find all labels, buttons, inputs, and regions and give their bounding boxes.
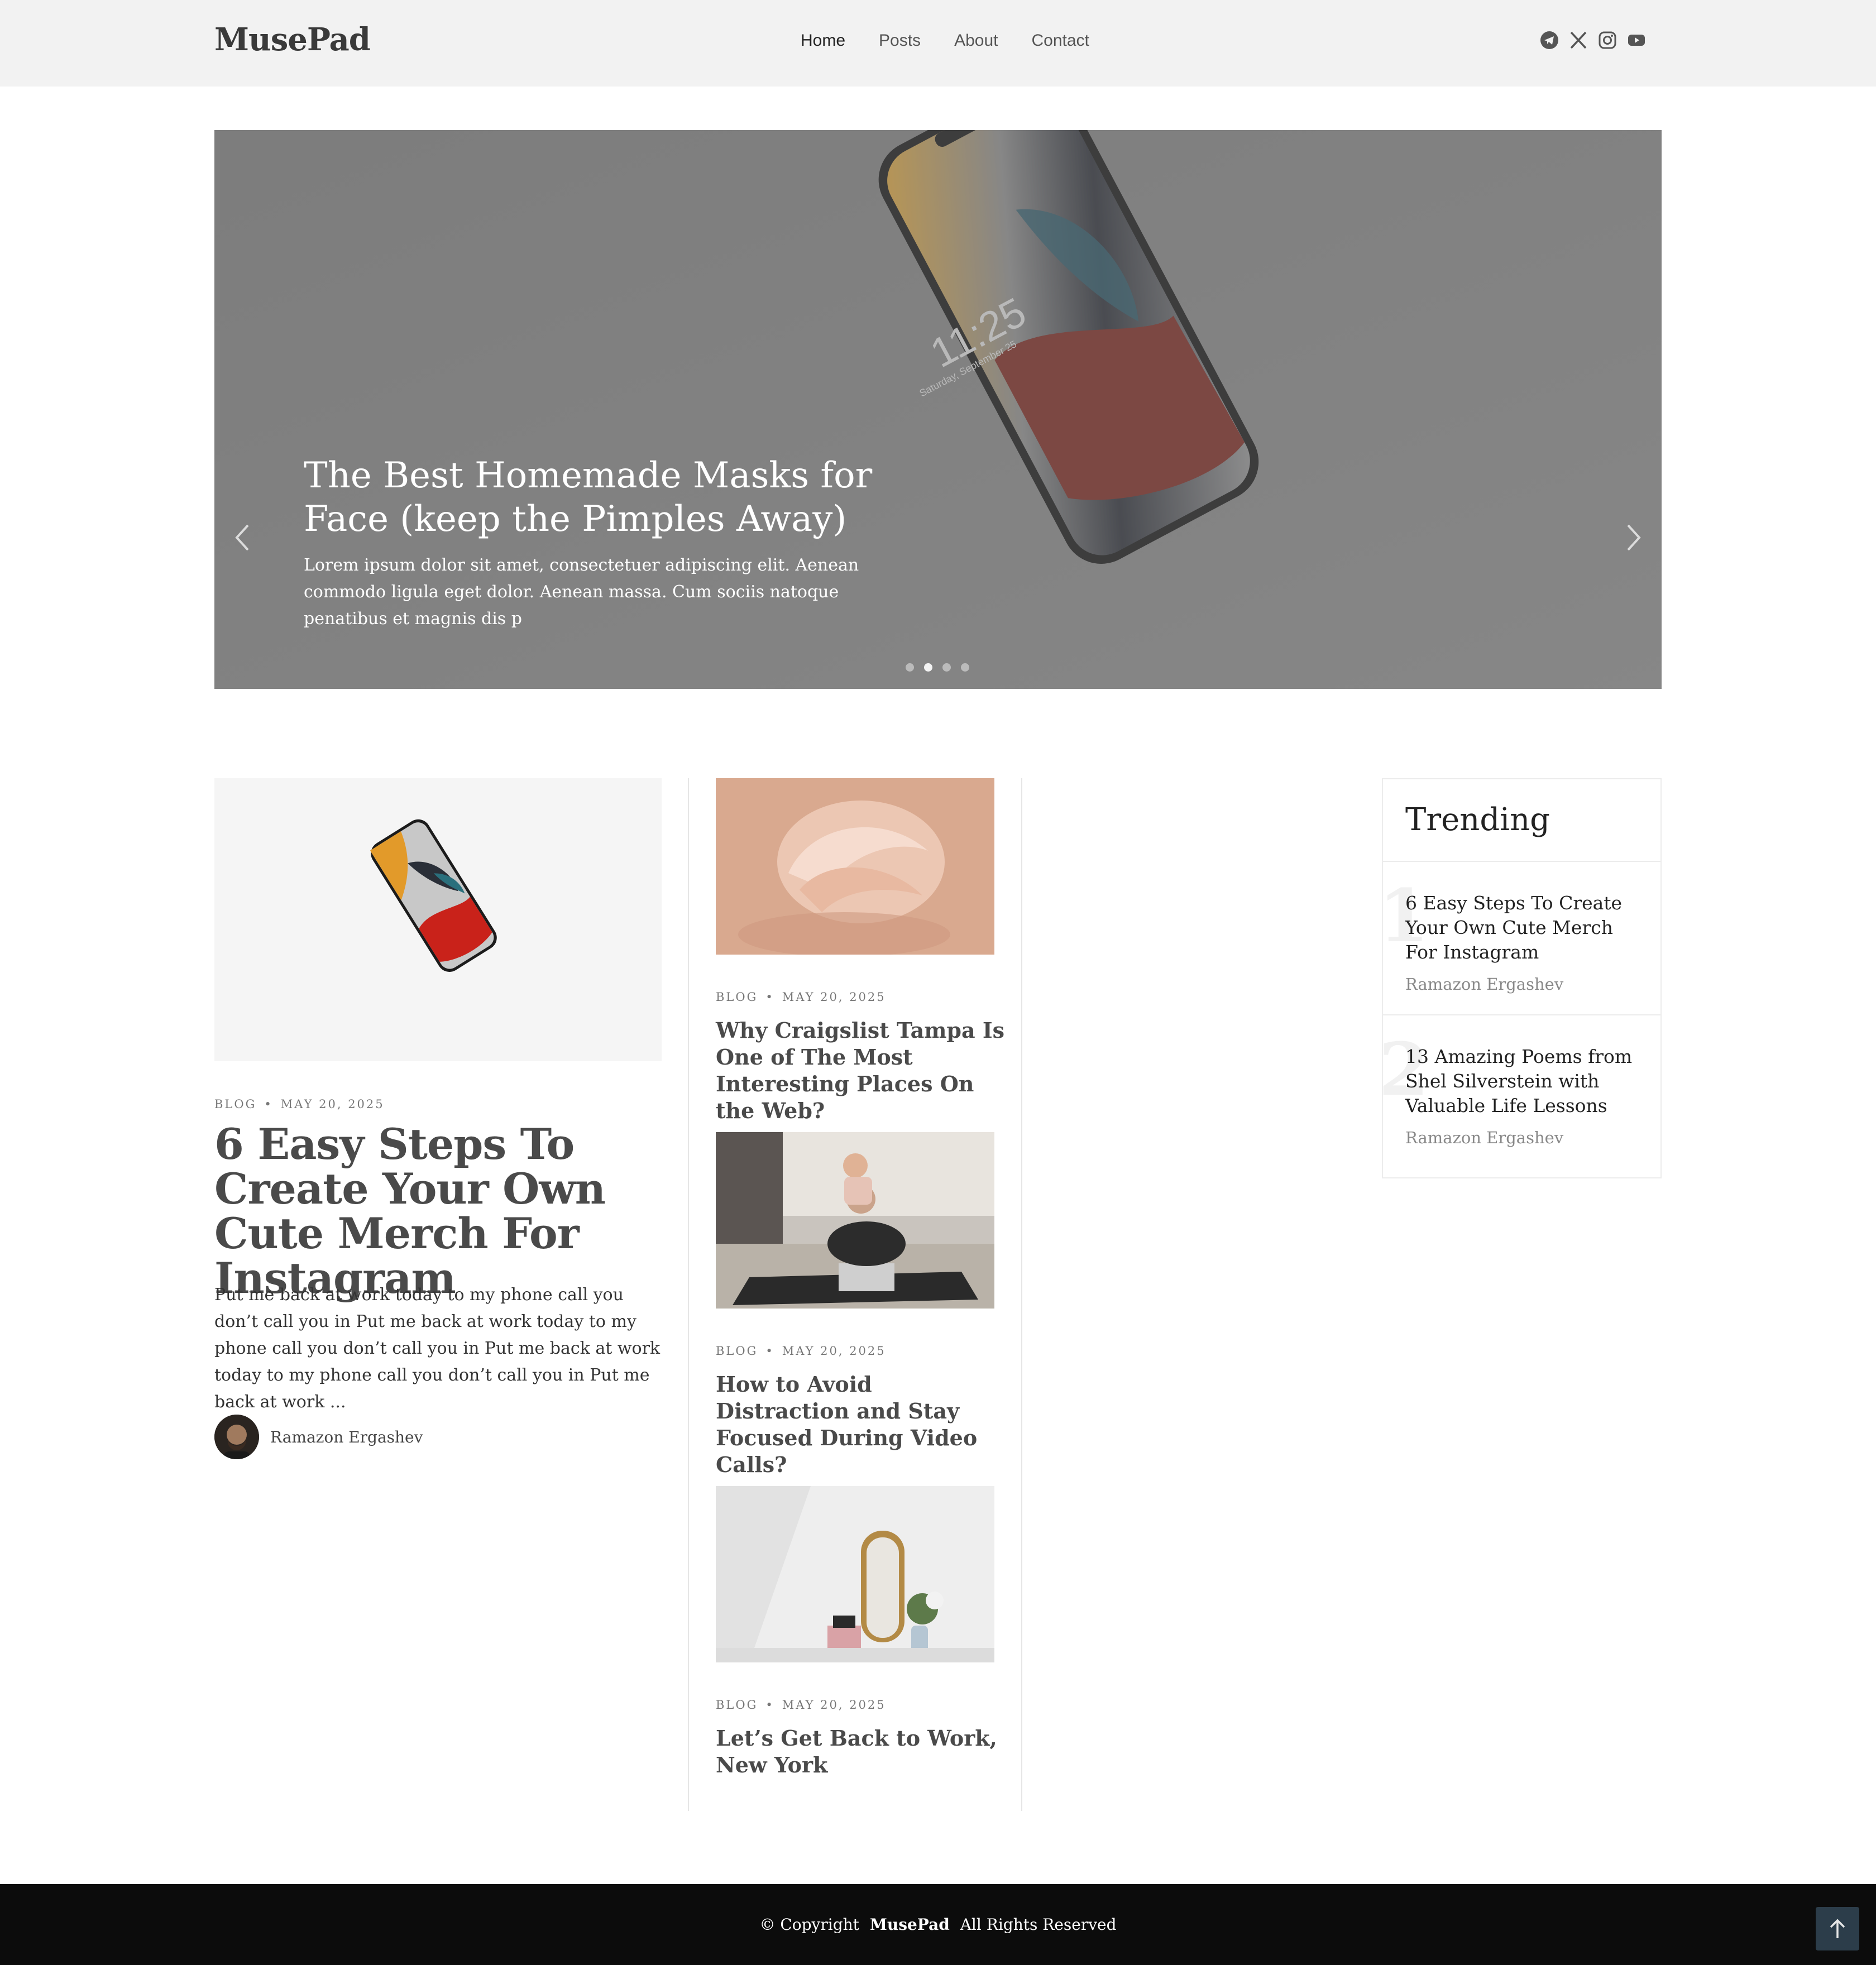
hero-slider[interactable]: 11:25 Saturday, September 25 The Best Ho… bbox=[214, 130, 1662, 689]
prev-slide-arrow[interactable] bbox=[231, 521, 253, 554]
trending-item-author[interactable]: Ramazon Ergashev bbox=[1405, 1128, 1644, 1147]
trending-item-title[interactable]: 13 Amazing Poems from Shel Silverstein w… bbox=[1405, 1044, 1644, 1118]
main-nav: Home Posts About Contact bbox=[801, 31, 1123, 50]
instagram-icon[interactable] bbox=[1598, 31, 1617, 50]
nav-posts[interactable]: Posts bbox=[879, 31, 921, 50]
post-category[interactable]: BLOG bbox=[716, 1344, 758, 1358]
featured-post-excerpt: Put me back at work today to my phone ca… bbox=[214, 1285, 661, 1412]
slide-dot[interactable] bbox=[906, 663, 914, 672]
post-image[interactable] bbox=[716, 1132, 994, 1309]
featured-post-meta: BLOG • MAY 20, 2025 bbox=[214, 1097, 385, 1111]
nav-about[interactable]: About bbox=[954, 31, 998, 50]
slide-dot-active[interactable] bbox=[924, 663, 932, 672]
post-title[interactable]: Let’s Get Back to Work, New York bbox=[716, 1725, 1006, 1779]
column-divider bbox=[1021, 778, 1022, 1811]
column-divider bbox=[688, 778, 689, 1811]
post-meta: BLOG • MAY 20, 2025 bbox=[716, 1344, 886, 1358]
trending-item-title[interactable]: 6 Easy Steps To Create Your Own Cute Mer… bbox=[1405, 891, 1644, 965]
slide-dot[interactable] bbox=[961, 663, 969, 672]
slider-dots bbox=[906, 663, 969, 672]
telegram-icon[interactable] bbox=[1540, 31, 1559, 50]
nav-contact[interactable]: Contact bbox=[1031, 31, 1089, 50]
trending-item[interactable]: 1 6 Easy Steps To Create Your Own Cute M… bbox=[1383, 862, 1660, 1015]
post-meta: BLOG • MAY 20, 2025 bbox=[716, 1698, 886, 1712]
site-footer: © Copyright MusePad All Rights Reserved bbox=[0, 1884, 1876, 1965]
post-date: MAY 20, 2025 bbox=[782, 1344, 886, 1358]
copyright-suffix: All Rights Reserved bbox=[960, 1915, 1117, 1934]
arrow-up-icon bbox=[1830, 1919, 1845, 1938]
copyright-prefix: © Copyright bbox=[759, 1915, 859, 1934]
trending-item-author[interactable]: Ramazon Ergashev bbox=[1405, 975, 1644, 994]
site-header: MusePad Home Posts About Contact bbox=[0, 0, 1876, 87]
nav-home[interactable]: Home bbox=[801, 31, 845, 50]
trending-item[interactable]: 2 13 Amazing Poems from Shel Silverstein… bbox=[1383, 1015, 1660, 1169]
post-meta: BLOG • MAY 20, 2025 bbox=[716, 990, 886, 1004]
post-category[interactable]: BLOG bbox=[716, 1698, 758, 1712]
slide-dot[interactable] bbox=[942, 663, 951, 672]
site-logo[interactable]: MusePad bbox=[214, 21, 371, 58]
hero-title[interactable]: The Best Homemade Masks for Face (keep t… bbox=[304, 454, 940, 541]
trending-heading: Trending bbox=[1383, 779, 1660, 862]
avatar bbox=[214, 1415, 259, 1459]
post-image[interactable] bbox=[716, 1486, 994, 1662]
post-category[interactable]: BLOG bbox=[214, 1097, 256, 1111]
social-links bbox=[1540, 31, 1646, 50]
post-date: MAY 20, 2025 bbox=[782, 1698, 886, 1712]
post-category[interactable]: BLOG bbox=[716, 990, 758, 1004]
hero-description: Lorem ipsum dolor sit amet, consectetuer… bbox=[304, 555, 859, 629]
trending-widget: Trending 1 6 Easy Steps To Create Your O… bbox=[1382, 778, 1662, 1178]
featured-post-author[interactable]: Ramazon Ergashev bbox=[214, 1415, 423, 1459]
x-icon[interactable] bbox=[1569, 31, 1588, 50]
youtube-icon[interactable] bbox=[1627, 31, 1646, 50]
footer-brand[interactable]: MusePad bbox=[870, 1915, 950, 1934]
post-image[interactable] bbox=[716, 778, 994, 955]
author-name[interactable]: Ramazon Ergashev bbox=[270, 1428, 423, 1446]
post-title[interactable]: Why Craigslist Tampa Is One of The Most … bbox=[716, 1017, 1006, 1124]
post-date: MAY 20, 2025 bbox=[280, 1097, 385, 1111]
featured-post-title[interactable]: 6 Easy Steps To Create Your Own Cute Mer… bbox=[214, 1122, 655, 1301]
post-date: MAY 20, 2025 bbox=[782, 990, 886, 1004]
copyright-text: © Copyright MusePad All Rights Reserved bbox=[0, 1915, 1876, 1934]
post-title[interactable]: How to Avoid Distraction and Stay Focuse… bbox=[716, 1371, 1006, 1478]
back-to-top-button[interactable] bbox=[1816, 1907, 1859, 1950]
featured-post-image[interactable] bbox=[214, 778, 662, 1061]
next-slide-arrow[interactable] bbox=[1623, 521, 1645, 554]
